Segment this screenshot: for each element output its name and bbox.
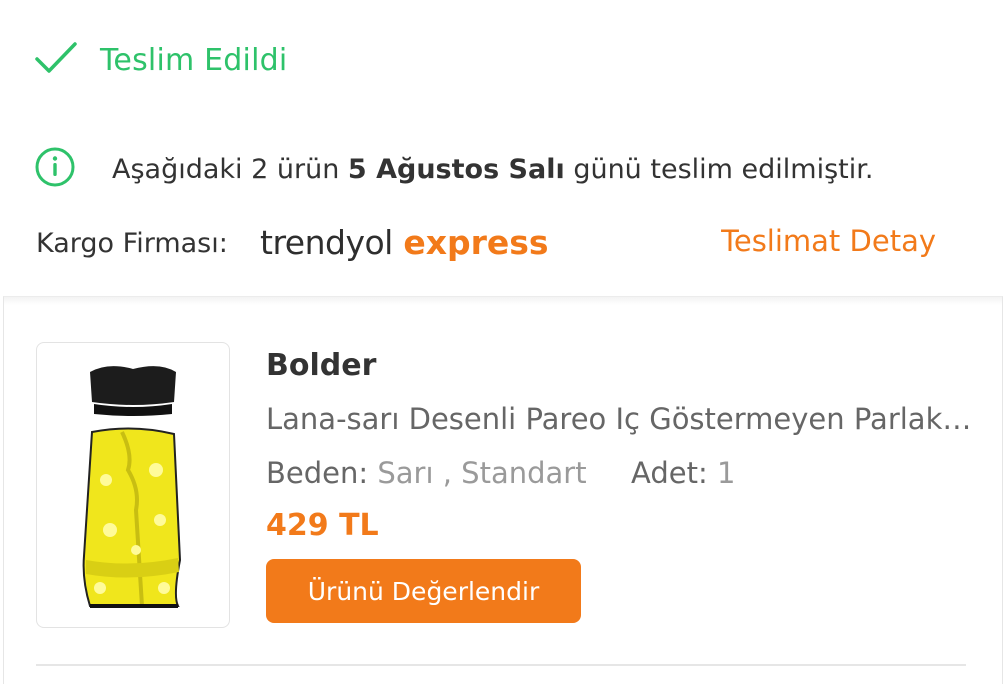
check-icon [34,38,78,82]
cargo-company-logo: trendyol express [260,223,549,262]
order-delivery-page: Teslim Edildi Aşağıdaki 2 ürün 5 Ağustos… [0,0,1003,684]
delivery-date: 5 Ağustos Salı [347,153,565,185]
cargo-label: Kargo Firması: [36,228,228,259]
quantity-label: Adet: [631,456,708,490]
quantity-value: 1 [716,456,736,490]
size-value: Sarı , Standart [377,456,587,490]
status-label: Teslim Edildi [100,42,288,78]
product-title[interactable]: Lana-sarı Desenli Pareo Iç Göstermeyen P… [266,402,976,436]
delivery-message: Aşağıdaki 2 ürün 5 Ağustos Salı günü tes… [112,153,874,185]
delivery-detail-link[interactable]: Teslimat Detay [721,224,936,258]
swimwear-pareo-image [82,366,182,608]
info-icon [34,146,76,192]
product-image[interactable] [36,342,230,628]
product-brand: Bolder [266,348,377,383]
rate-product-button[interactable]: Ürünü Değerlendir [266,559,581,623]
cargo-row: Kargo Firması: trendyol express Teslimat… [36,223,936,268]
delivery-info: Aşağıdaki 2 ürün 5 Ağustos Salı günü tes… [34,146,873,192]
product-price: 429 TL [266,508,379,543]
product-attributes: Beden: Sarı , Standart Adet: 1 [266,456,735,490]
delivery-status: Teslim Edildi [34,38,287,82]
size-label: Beden: [266,456,369,490]
divider [36,664,966,666]
